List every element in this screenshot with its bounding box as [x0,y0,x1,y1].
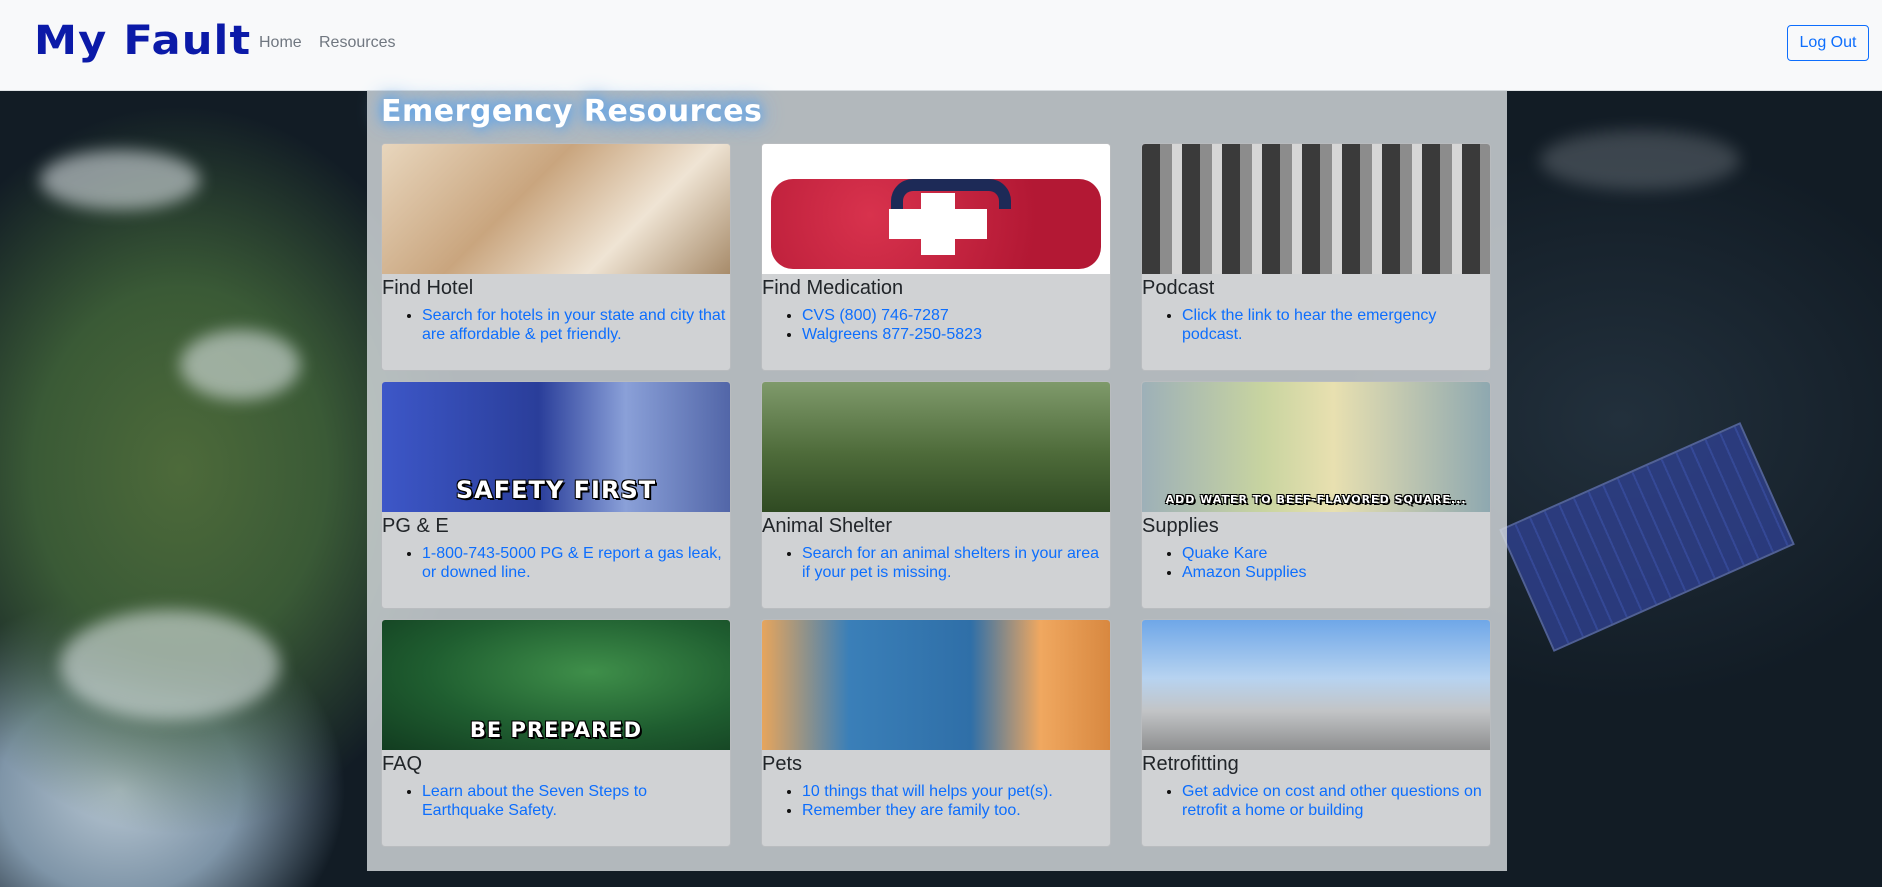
card-link[interactable]: Learn about the Seven Steps to Earthquak… [422,782,730,820]
dogs-image [762,382,1110,512]
card-link[interactable]: Search for hotels in your state and city… [422,306,730,344]
first-aid-kit-image [762,144,1110,274]
card-link[interactable]: Amazon Supplies [1182,563,1490,582]
nav-resources-link[interactable]: Resources [319,34,395,52]
cartoon-supplies-image: ADD WATER TO BEEF-FLAVORED SQUARE... [1142,382,1490,512]
resource-card-grid: Find Hotel Search for hotels in your sta… [381,143,1491,847]
card-title: Find Medication [762,277,904,299]
card-retrofitting: Retrofitting Get advice on cost and othe… [1141,619,1491,847]
resources-panel: Emergency Resources Find Hotel Search fo… [367,90,1507,871]
card-list: 1-800-743-5000 PG & E report a gas leak,… [382,544,730,582]
card-list: CVS (800) 746-7287 Walgreens 877-250-582… [762,306,1110,344]
card-find-hotel: Find Hotel Search for hotels in your sta… [381,143,731,371]
nav-home-link[interactable]: Home [259,34,302,52]
satellite-icon [1499,422,1795,652]
construction-site-image [1142,620,1490,750]
cloud-shape [60,610,280,720]
hotel-room-image [382,144,730,274]
logout-button[interactable]: Log Out [1787,25,1869,61]
card-title: Find Hotel [382,277,474,299]
card-list: Quake Kare Amazon Supplies [1142,544,1490,582]
brand-logo[interactable]: My Fault [34,18,251,64]
first-aid-kit-icon [771,179,1101,269]
card-list: Search for an animal shelters in your ar… [762,544,1110,582]
cloud-shape [40,150,200,210]
card-pge: SAFETY FIRST PG & E 1-800-743-5000 PG & … [381,381,731,609]
cloud-shape [180,330,300,400]
card-link[interactable]: Get advice on cost and other questions o… [1182,782,1490,820]
card-list: Click the link to hear the emergency pod… [1142,306,1490,344]
image-caption: ADD WATER TO BEEF-FLAVORED SQUARE... [1165,493,1467,506]
card-pets: Pets 10 things that will helps your pet(… [761,619,1111,847]
card-faq: BE PREPARED FAQ Learn about the Seven St… [381,619,731,847]
top-navbar: My Fault Home Resources Log Out [0,0,1882,91]
cloud-shape [1540,130,1740,190]
image-caption: SAFETY FIRST [455,476,657,504]
card-title: Pets [762,753,803,775]
card-list: Get advice on cost and other questions o… [1142,782,1490,820]
card-animal-shelter: Animal Shelter Search for an animal shel… [761,381,1111,609]
card-list: Search for hotels in your state and city… [382,306,730,344]
card-podcast: Podcast Click the link to hear the emerg… [1141,143,1491,371]
image-caption: BE PREPARED [469,718,643,742]
card-link[interactable]: Click the link to hear the emergency pod… [1182,306,1490,344]
card-list: 10 things that will helps your pet(s). R… [762,782,1110,820]
page-title: Emergency Resources [381,94,763,129]
card-link[interactable]: Walgreens 877-250-5823 [802,325,1110,344]
card-find-medication: Find Medication CVS (800) 746-7287 Walgr… [761,143,1111,371]
card-title: FAQ [382,753,423,775]
card-link[interactable]: Remember they are family too. [802,801,1110,820]
card-title: Retrofitting [1142,753,1239,775]
card-title: Podcast [1142,277,1215,299]
cartoon-radio-image [1142,144,1490,274]
card-link[interactable]: CVS (800) 746-7287 [802,306,1110,325]
card-list: Learn about the Seven Steps to Earthquak… [382,782,730,820]
card-link[interactable]: Quake Kare [1182,544,1490,563]
card-link[interactable]: 1-800-743-5000 PG & E report a gas leak,… [422,544,730,582]
pets-image [762,620,1110,750]
card-title: Supplies [1142,515,1219,537]
card-title: Animal Shelter [762,515,893,537]
card-link[interactable]: Search for an animal shelters in your ar… [802,544,1110,582]
be-prepared-image: BE PREPARED [382,620,730,750]
card-link[interactable]: 10 things that will helps your pet(s). [802,782,1110,801]
safety-first-image: SAFETY FIRST [382,382,730,512]
card-supplies: ADD WATER TO BEEF-FLAVORED SQUARE... Sup… [1141,381,1491,609]
card-title: PG & E [382,515,449,537]
